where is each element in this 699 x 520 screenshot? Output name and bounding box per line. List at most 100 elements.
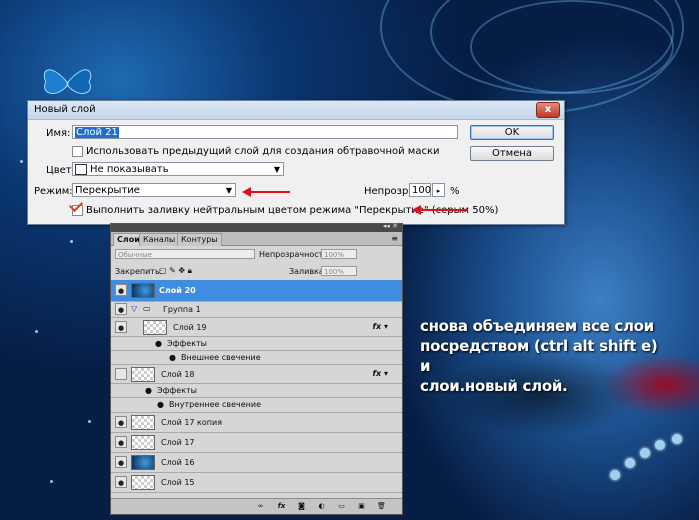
effect-name: Внутреннее свечение <box>169 400 261 409</box>
layer-row[interactable]: ● Слой 17 <box>111 433 402 453</box>
layer-name: Слой 15 <box>161 478 195 487</box>
opacity-unit: % <box>450 186 460 197</box>
sparkle <box>88 420 91 423</box>
fill-input[interactable]: 100% <box>321 266 357 276</box>
layer-opacity-label: Непрозрачность: <box>259 250 331 259</box>
necklace-bead <box>625 458 635 468</box>
expand-arrow-icon[interactable]: ▽ <box>131 304 137 313</box>
eye-icon[interactable]: ● <box>115 476 127 488</box>
color-select[interactable]: Не показывать ▼ <box>72 162 284 176</box>
trash-icon[interactable]: 🗑︎ <box>377 502 386 510</box>
caption-line: посредством (ctrl alt shift e) <box>420 337 658 355</box>
ok-button[interactable]: OK <box>470 125 554 140</box>
new-layer-dialog: Новый слой x Имя: Слой 21 OK Использоват… <box>27 100 565 225</box>
sparkle <box>70 240 73 243</box>
layer-name: Слой 17 копия <box>161 418 223 427</box>
layer-row[interactable]: ● Слой 20 <box>111 280 402 302</box>
color-select-value: Не показывать <box>90 164 169 175</box>
fill-value: 100% <box>324 268 345 276</box>
eye-icon[interactable]: ● <box>115 436 127 448</box>
mode-select[interactable]: Перекрытие ▼ <box>72 183 236 197</box>
use-previous-checkbox[interactable] <box>72 146 83 157</box>
color-swatch <box>75 163 87 175</box>
collapse-icon[interactable]: ◂◂ ✕ <box>383 222 398 230</box>
layer-opacity-input[interactable]: 100% <box>321 249 357 259</box>
chevron-down-icon: ▼ <box>225 186 232 195</box>
layer-row[interactable]: Слой 18 fx ▾ <box>111 365 402 384</box>
eye-icon[interactable]: ● <box>155 339 162 348</box>
eye-icon[interactable]: ● <box>115 284 127 296</box>
eye-icon[interactable]: ● <box>115 416 127 428</box>
mask-icon[interactable]: ◙ <box>297 502 306 510</box>
layer-row[interactable]: ● Слой 16 <box>111 453 402 473</box>
sparkle <box>50 480 53 483</box>
necklace-bead <box>610 470 620 480</box>
group-row[interactable]: ● ▽ ▭ Группа 1 <box>111 302 402 318</box>
layer-row[interactable]: ● Слой 19 fx ▾ <box>111 318 402 337</box>
effects-row[interactable]: ● Эффекты <box>111 384 402 398</box>
effects-label: Эффекты <box>157 386 197 395</box>
eye-icon[interactable]: ● <box>157 400 164 409</box>
layer-row[interactable]: ● Слой 17 копия <box>111 413 402 433</box>
layer-name: Слой 20 <box>159 286 196 295</box>
layer-row[interactable]: ● Слой 15 <box>111 473 402 493</box>
name-input[interactable]: Слой 21 <box>72 125 458 139</box>
use-previous-label: Использовать предыдущий слой для создани… <box>86 146 440 157</box>
opacity-input[interactable]: 100 <box>409 183 431 197</box>
eye-icon[interactable]: ● <box>115 303 127 315</box>
close-button[interactable]: x <box>536 102 560 118</box>
dialog-titlebar: Новый слой x <box>28 101 564 120</box>
layer-name: Слой 16 <box>161 458 195 467</box>
layer-name: Слой 18 <box>161 370 195 379</box>
tab-paths[interactable]: Контуры <box>177 233 222 246</box>
eye-icon[interactable]: ● <box>169 353 176 362</box>
effects-row[interactable]: ● Эффекты <box>111 337 402 351</box>
link-icon[interactable]: ∞ <box>256 502 265 510</box>
lock-label: Закрепить: <box>115 267 163 276</box>
opacity-stepper[interactable]: ▸ <box>432 183 445 197</box>
red-arrow-fill <box>412 205 468 215</box>
name-input-value: Слой 21 <box>75 127 119 138</box>
layer-thumbnail <box>131 367 155 382</box>
layer-name: Слой 17 <box>161 438 195 447</box>
blend-mode-value: Обычные <box>118 251 152 259</box>
sparkle <box>35 330 38 333</box>
layer-thumbnail <box>131 455 155 470</box>
opacity-label: Непрозр.: <box>364 186 415 197</box>
adjustment-icon[interactable]: ◐ <box>317 502 326 510</box>
layers-panel: ◂◂ ✕ Слои Каналы Контуры ≡ Обычные Непро… <box>110 222 403 515</box>
color-label: Цвет: <box>46 165 76 176</box>
caption-line: слои.новый слой. <box>420 377 568 395</box>
effect-row[interactable]: ● Внутреннее свечение <box>111 398 402 413</box>
fx-icon[interactable]: fx ▾ <box>373 322 388 331</box>
lock-icons[interactable]: ▢ ✎ ✥ 🔒︎ <box>159 266 192 276</box>
caption-line: и <box>420 357 431 375</box>
layer-opacity-value: 100% <box>324 251 345 259</box>
eye-icon[interactable]: ● <box>115 456 127 468</box>
eye-icon[interactable]: ● <box>145 386 152 395</box>
folder-icon: ▭ <box>143 304 151 313</box>
layer-name: Слой 19 <box>173 323 207 332</box>
panel-tabs: Слои Каналы Контуры ≡ <box>111 232 402 246</box>
eye-hidden-icon[interactable] <box>115 368 127 380</box>
red-arrow-mode <box>242 187 290 197</box>
new-group-icon[interactable]: ▭ <box>337 502 346 510</box>
blend-mode-select[interactable]: Обычные <box>115 249 255 259</box>
eye-icon[interactable]: ● <box>115 321 127 333</box>
panel-menu-icon[interactable]: ≡ <box>391 234 398 243</box>
effects-label: Эффекты <box>167 339 207 348</box>
dialog-title: Новый слой <box>34 104 96 115</box>
cancel-button[interactable]: Отмена <box>470 146 554 161</box>
panel-header-bar: ◂◂ ✕ <box>111 222 402 232</box>
opacity-value: 100 <box>412 185 432 196</box>
tab-channels[interactable]: Каналы <box>139 233 180 246</box>
mode-label: Режим: <box>34 186 73 197</box>
fx-icon[interactable]: fx <box>277 502 286 510</box>
effect-row[interactable]: ● Внешнее свечение <box>111 351 402 365</box>
new-layer-icon[interactable]: ▣ <box>357 502 366 510</box>
necklace-bead <box>640 448 650 458</box>
layer-thumbnail <box>143 320 167 335</box>
fx-icon[interactable]: fx ▾ <box>373 369 388 378</box>
mode-select-value: Перекрытие <box>75 185 140 196</box>
chevron-down-icon: ▼ <box>273 165 280 174</box>
